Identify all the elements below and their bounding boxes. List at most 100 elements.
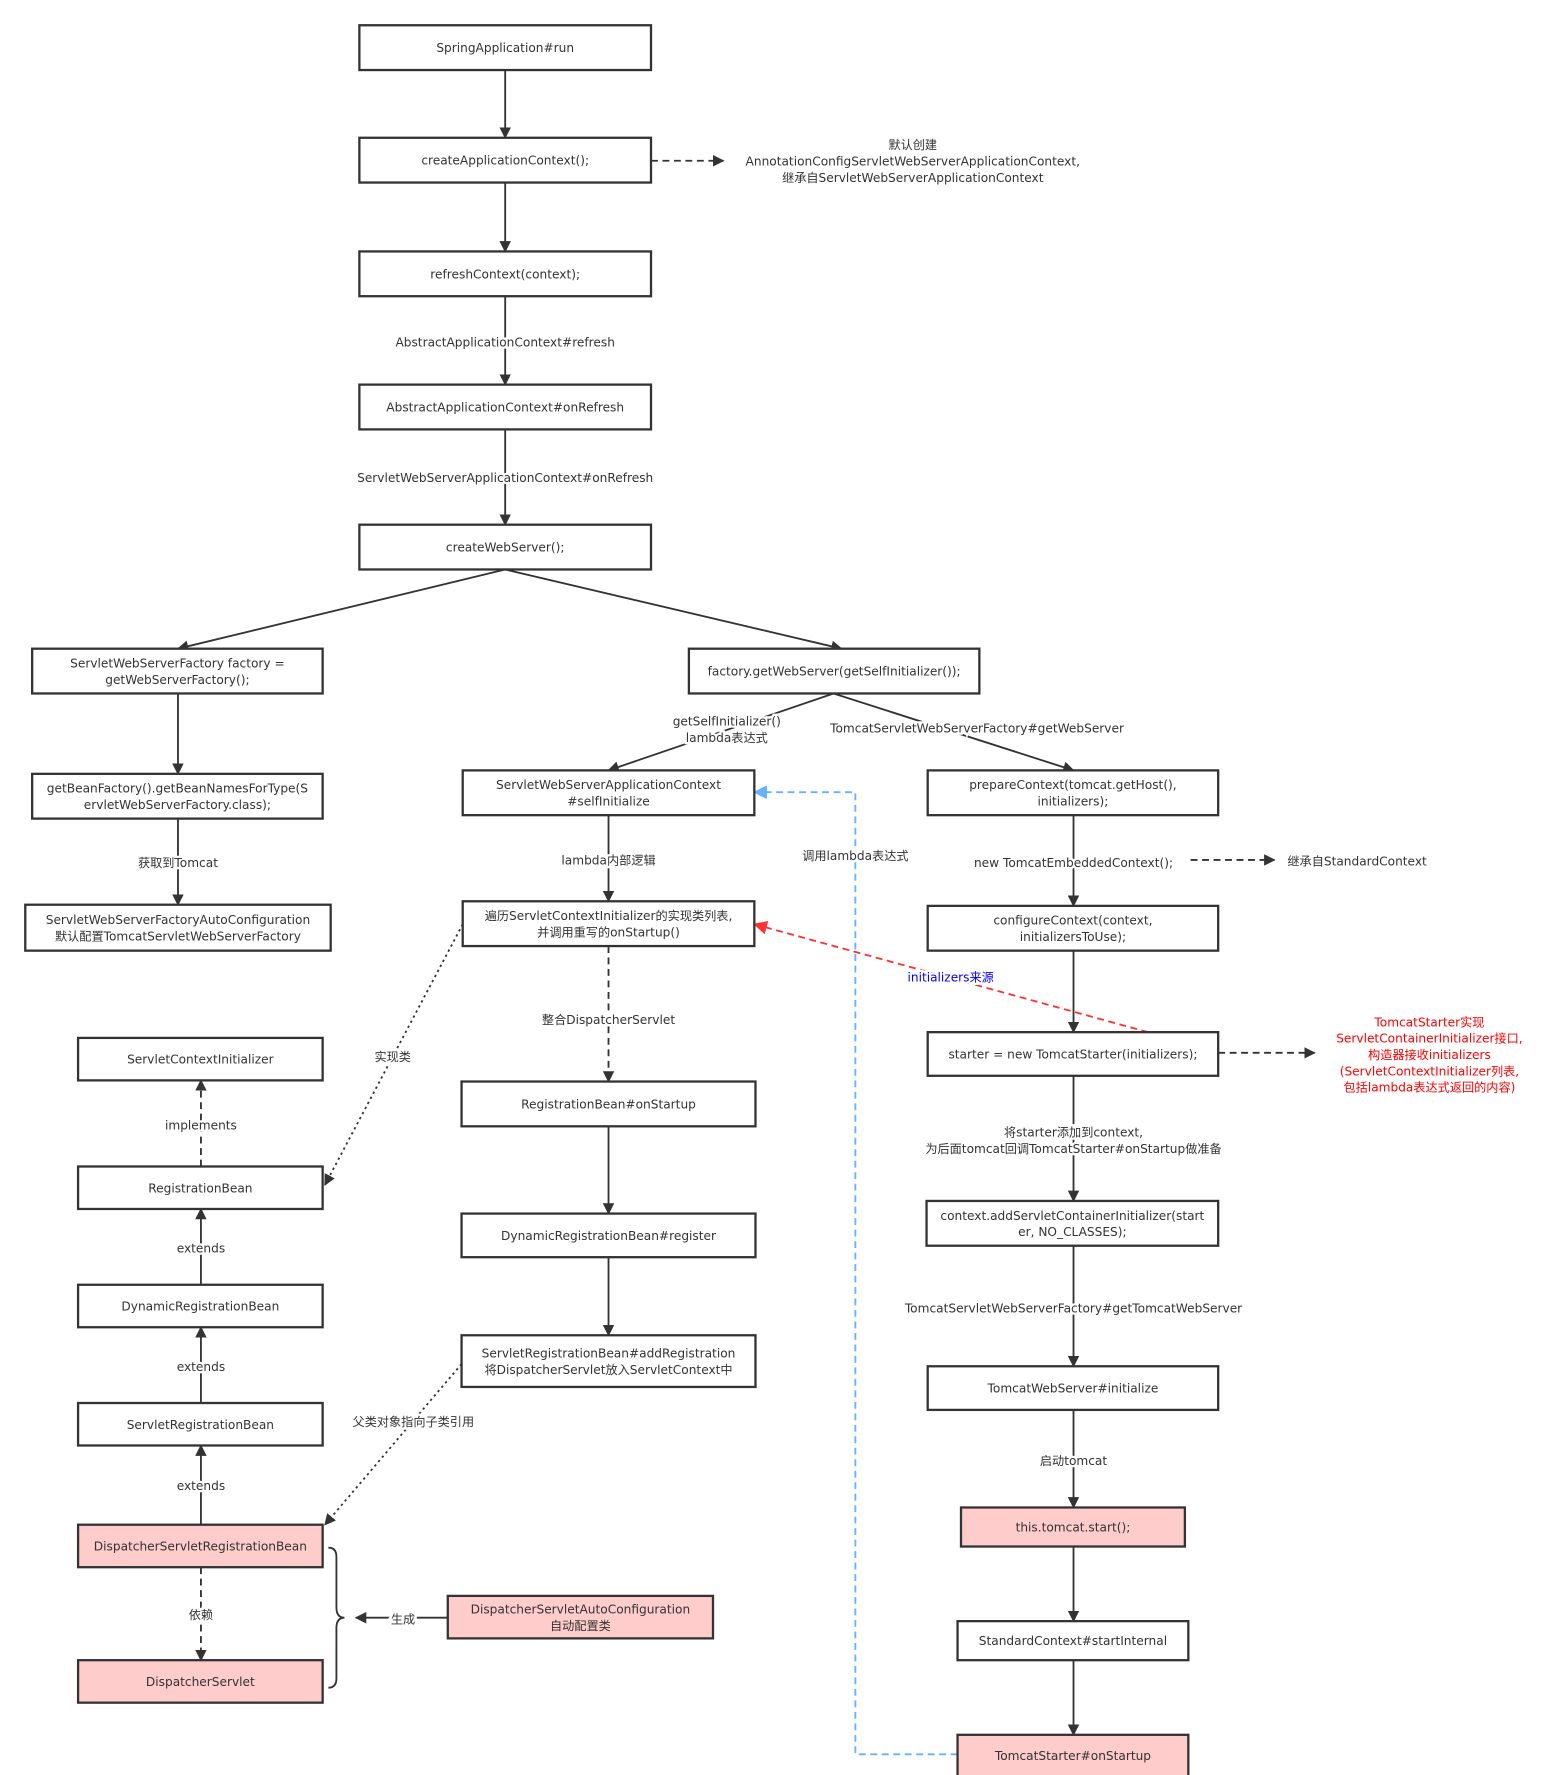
node-label: 默认配置TomcatServletWebServerFactory: [55, 928, 301, 943]
edge-label-text: 继承自ServletWebServerApplicationContext: [782, 171, 1044, 185]
edge-label-text: 为后面tomcat回调TomcatStarter#onStartup做准备: [925, 1141, 1221, 1156]
edge-label: extends: [174, 1358, 227, 1377]
edge-label-text: 将starter添加到context,: [1004, 1126, 1143, 1140]
node-label: TomcatStarter#onStartup: [994, 1749, 1151, 1763]
node-label: DispatcherServlet: [146, 1675, 255, 1689]
edge-label: 启动tomcat: [1038, 1452, 1110, 1471]
node-get-bean-names-for-type[interactable]: getBeanFactory().getBeanNamesForType(S er…: [31, 772, 324, 820]
node-dispatcher-servlet-registration-bean[interactable]: DispatcherServletRegistrationBean: [76, 1523, 324, 1569]
node-add-servlet-container-initializer[interactable]: context.addServletContainerInitializer(s…: [925, 1199, 1220, 1247]
node-label: ServletWebServerFactory factory =: [70, 657, 285, 671]
node-label: initializers);: [1038, 795, 1109, 809]
node-registration-bean[interactable]: RegistrationBean: [76, 1165, 324, 1211]
edge-label: implements: [163, 1116, 240, 1135]
node-label: prepareContext(tomcat.getHost(),: [969, 778, 1176, 792]
node-abstract-on-refresh[interactable]: AbstractApplicationContext#onRefresh: [358, 383, 653, 431]
edge-label: new TomcatEmbeddedContext();: [972, 854, 1176, 873]
edge-label-text: lambda表达式: [686, 731, 768, 745]
node-create-web-server[interactable]: createWebServer();: [358, 523, 653, 571]
node-label: RegistrationBean#onStartup: [521, 1098, 696, 1112]
node-label: 将DispatcherServlet放入ServletContext中: [484, 1362, 732, 1377]
edge-label-text: getSelfInitializer(): [673, 715, 781, 729]
edge-label: 整合DispatcherServlet: [540, 1010, 678, 1030]
edge-label-text: extends: [177, 1479, 225, 1493]
node-dynamic-registration-bean[interactable]: DynamicRegistrationBean: [76, 1283, 324, 1329]
node-servlet-registration-add[interactable]: ServletRegistrationBean#addRegistration将…: [460, 1334, 757, 1389]
node-registration-bean-on-startup[interactable]: RegistrationBean#onStartup: [460, 1080, 757, 1128]
node-label: this.tomcat.start();: [1016, 1521, 1131, 1535]
node-tomcat-starter-on-startup[interactable]: TomcatStarter#onStartup: [956, 1733, 1190, 1775]
node-label: DynamicRegistrationBean: [121, 1300, 279, 1314]
node-spring-application-run[interactable]: SpringApplication#run: [358, 24, 653, 72]
node-dynamic-registration-register[interactable]: DynamicRegistrationBean#register: [460, 1212, 757, 1259]
edge-label-text: 生成: [391, 1612, 415, 1626]
node-tomcat-start[interactable]: this.tomcat.start();: [959, 1506, 1187, 1548]
node-box: [460, 1334, 757, 1389]
node-prepare-context[interactable]: prepareContext(tomcat.getHost(), initiali…: [926, 769, 1220, 817]
node-label: createApplicationContext();: [421, 154, 589, 168]
edge-label: ServletWebServerApplicationContext#onRef…: [355, 469, 656, 488]
edge-label: AbstractApplicationContext#refresh: [393, 333, 617, 352]
edge-label-text: extends: [177, 1360, 225, 1374]
node-factory-get-web-server[interactable]: factory.getWebServer(getSelfInitializer(…: [687, 647, 981, 695]
node-standard-context-start-internal[interactable]: StandardContext#startInternal: [956, 1620, 1190, 1662]
node-label: createWebServer();: [446, 541, 565, 555]
edge-label: 默认创建 AnnotationConfigServletWebServerAppl…: [743, 135, 1082, 187]
node-self-initialize[interactable]: ServletWebServerApplicationContext #selfI…: [461, 769, 756, 817]
node-label: configureContext(context,: [993, 914, 1152, 928]
node-label: refreshContext(context);: [430, 267, 580, 281]
edge-label: 父类对象指向子类引用: [350, 1412, 476, 1432]
node-create-application-context[interactable]: createApplicationContext();: [358, 136, 653, 184]
edge-label: 获取到Tomcat: [136, 854, 221, 873]
node-label: context.addServletContainerInitializer(s…: [940, 1209, 1204, 1223]
node-iterate-initializers[interactable]: 遍历ServletContextInitializer的实现类列表,并调用重写的…: [461, 900, 756, 948]
node-label: ServletRegistrationBean#addRegistration: [482, 1347, 736, 1361]
node-dispatcher-servlet[interactable]: DispatcherServlet: [76, 1659, 324, 1704]
edge-label-text: 父类对象指向子类引用: [353, 1414, 475, 1429]
node-servlet-registration-bean[interactable]: ServletRegistrationBean: [76, 1401, 324, 1447]
edge-label-text: 整合DispatcherServlet: [542, 1012, 675, 1027]
edge-label: extends: [174, 1477, 227, 1496]
node-label: RegistrationBean: [148, 1181, 252, 1195]
edge-label-text: lambda内部逻辑: [561, 853, 655, 868]
edge-label: initializers来源: [905, 968, 996, 987]
node-label: #selfInitialize: [567, 795, 650, 809]
connector-arrow: [504, 568, 843, 652]
node-label: DynamicRegistrationBean#register: [501, 1229, 716, 1243]
edge-label-text: 默认创建: [888, 137, 937, 152]
node-box: [24, 903, 332, 952]
node-new-tomcat-starter[interactable]: starter = new TomcatStarter(initializers…: [926, 1031, 1220, 1077]
node-refresh-context[interactable]: refreshContext(context);: [358, 250, 653, 298]
node-label: ServletContextInitializer: [127, 1053, 274, 1067]
node-tomcat-web-server-initialize[interactable]: TomcatWebServer#initialize: [926, 1365, 1220, 1412]
node-label: AbstractApplicationContext#onRefresh: [386, 401, 624, 415]
node-get-web-server-factory[interactable]: ServletWebServerFactory factory = getWebS…: [31, 647, 324, 695]
node-factory-auto-configuration[interactable]: ServletWebServerFactoryAutoConfiguration…: [24, 903, 332, 952]
node-label: TomcatWebServer#initialize: [987, 1382, 1159, 1396]
node-label: getBeanFactory().getBeanNamesForType(S: [47, 782, 308, 796]
node-label: StandardContext#startInternal: [979, 1634, 1167, 1648]
edge-label-text: 包括lambda表达式返回的内容): [1344, 1080, 1516, 1095]
curly-brace: [328, 1546, 345, 1689]
edge-label: 继承自StandardContext: [1285, 852, 1429, 871]
dotted-reference-arrow: [324, 1363, 463, 1526]
node-dispatcher-servlet-auto-configuration[interactable]: DispatcherServletAutoConfiguration 自动配置类: [446, 1594, 715, 1640]
edge-label-text: initializers来源: [908, 971, 994, 985]
edge-label: 调用lambda表达式: [800, 847, 911, 866]
edge-label-text: implements: [165, 1119, 237, 1133]
edge-label-text: ServletWebServerApplicationContext#onRef…: [357, 471, 653, 485]
edge-label-text: AnnotationConfigServletWebServerApplicat…: [746, 155, 1080, 169]
node-label: factory.getWebServer(getSelfInitializer(…: [708, 665, 961, 679]
edge-label: TomcatStarter实现 ServletContainerInitializ…: [1334, 1012, 1525, 1097]
edge-label-text: AbstractApplicationContext#refresh: [395, 336, 615, 350]
edge-label-text: 调用lambda表达式: [802, 849, 908, 863]
node-label: ServletRegistrationBean: [127, 1418, 274, 1432]
node-configure-context[interactable]: configureContext(context, initializersToU…: [926, 904, 1220, 952]
connector-arrow: [176, 568, 506, 652]
edge-label: 实现类: [372, 1047, 413, 1067]
node-label: 遍历ServletContextInitializer的实现类列表,: [485, 908, 733, 923]
edge-label: lambda内部逻辑: [559, 850, 658, 870]
edge-label: extends: [174, 1239, 227, 1258]
node-servlet-context-initializer[interactable]: ServletContextInitializer: [76, 1036, 324, 1082]
edge-label-text: (ServletContextInitializer列表,: [1340, 1064, 1519, 1078]
